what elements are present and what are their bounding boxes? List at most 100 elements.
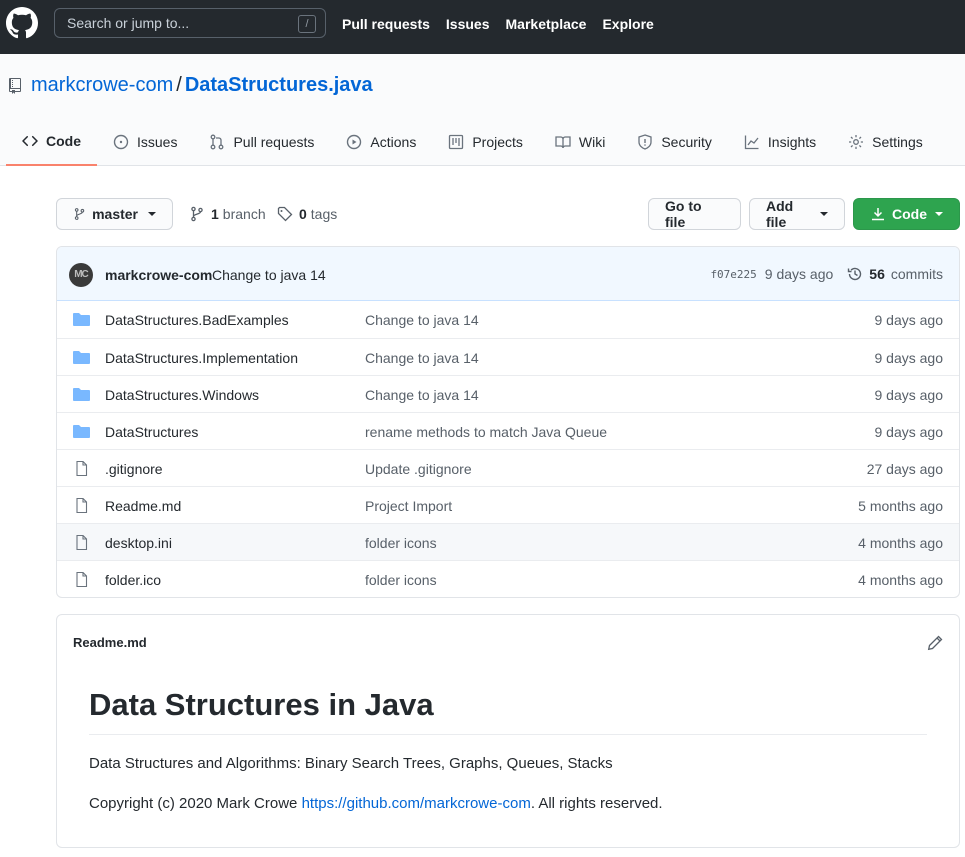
project-icon — [449, 134, 464, 150]
file-commit-message-link[interactable]: Change to java 14 — [365, 350, 479, 366]
branch-select-button[interactable]: master — [56, 198, 173, 230]
repo-owner-link[interactable]: markcrowe-com — [31, 74, 173, 96]
file-name-link[interactable]: Readme.md — [105, 498, 181, 514]
table-row[interactable]: Readme.md Project Import 5 months ago — [57, 486, 959, 523]
copyright-prefix: Copyright (c) 2020 Mark Crowe — [89, 795, 302, 812]
file-commit-age: 9 days ago — [874, 350, 944, 366]
code-button-label: Code — [892, 206, 927, 222]
copyright-link[interactable]: https://github.com/markcrowe-com — [302, 795, 531, 812]
file-commit-message-link[interactable]: folder icons — [365, 572, 437, 588]
tab-insights[interactable]: Insights — [728, 118, 832, 166]
tab-projects[interactable]: Projects — [432, 118, 539, 166]
file-commit-age: 9 days ago — [874, 312, 944, 328]
repo-title: markcrowe-com / DataStructures.java — [31, 74, 373, 97]
readme-heading-divider — [89, 734, 927, 735]
table-row[interactable]: .gitignore Update .gitignore 27 days ago — [57, 449, 959, 486]
nav-explore[interactable]: Explore — [602, 16, 653, 32]
tab-actions[interactable]: Actions — [330, 118, 432, 166]
tab-security[interactable]: Security — [621, 118, 728, 166]
tag-count: 0 — [299, 206, 307, 222]
branch-icon — [191, 206, 203, 222]
repo-header: markcrowe-com / DataStructures.java Code I… — [0, 54, 965, 166]
file-name-link[interactable]: DataStructures — [105, 424, 198, 440]
folder-icon — [73, 351, 90, 364]
tab-settings[interactable]: Settings — [832, 118, 939, 166]
commit-age: 9 days ago — [764, 266, 834, 282]
book-icon — [555, 136, 571, 149]
global-nav: Pull requests Issues Marketplace Explore — [342, 16, 654, 32]
download-icon — [872, 208, 884, 221]
search-input[interactable]: Search or jump to... / — [54, 8, 326, 38]
file-name-link[interactable]: .gitignore — [105, 461, 163, 477]
folder-icon — [73, 425, 90, 438]
graph-icon — [744, 135, 759, 150]
folder-icon — [73, 388, 90, 401]
readme-heading: Data Structures in Java — [89, 687, 434, 722]
tab-issues-label: Issues — [137, 134, 178, 150]
tab-wiki[interactable]: Wiki — [539, 118, 621, 166]
table-row[interactable]: desktop.ini folder icons 4 months ago — [57, 523, 959, 560]
file-name-link[interactable]: folder.ico — [105, 572, 161, 588]
avatar[interactable]: MC — [69, 263, 93, 287]
branch-count-label: branch — [222, 206, 266, 222]
nav-marketplace[interactable]: Marketplace — [506, 16, 587, 32]
commit-author-link[interactable]: markcrowe-com — [105, 267, 212, 283]
issue-icon — [113, 134, 129, 150]
file-commit-age: 5 months ago — [858, 498, 943, 514]
tab-pull-requests[interactable]: Pull requests — [193, 118, 330, 166]
file-name-link[interactable]: DataStructures.Implementation — [105, 350, 298, 366]
tag-count-label: tags — [310, 206, 338, 222]
add-file-button[interactable]: Add file — [749, 198, 845, 230]
readme-filename: Readme.md — [73, 635, 147, 650]
commit-sha-link[interactable]: f07e225 — [710, 268, 756, 281]
commit-count: 56 — [869, 266, 885, 282]
code-clone-button[interactable]: Code — [853, 198, 960, 230]
tab-issues[interactable]: Issues — [97, 118, 193, 166]
chevron-down-icon — [820, 212, 828, 216]
file-commit-age: 9 days ago — [874, 387, 944, 403]
file-name-link[interactable]: desktop.ini — [105, 535, 172, 551]
folder-icon — [73, 313, 90, 326]
nav-pull-requests[interactable]: Pull requests — [342, 16, 430, 32]
tab-code[interactable]: Code — [6, 118, 97, 166]
tag-icon — [277, 206, 293, 222]
nav-issues[interactable]: Issues — [446, 16, 490, 32]
file-commit-message-link[interactable]: Update .gitignore — [365, 461, 472, 477]
search-shortcut-hint: / — [298, 15, 316, 33]
branches-link[interactable]: 1 branch — [189, 206, 266, 222]
tags-link[interactable]: 0 tags — [277, 206, 337, 222]
latest-commit-bar: MC markcrowe-com Change to java 14 f07e2… — [57, 247, 959, 301]
file-commit-message-link[interactable]: rename methods to match Java Queue — [365, 424, 607, 440]
table-row[interactable]: folder.ico folder icons 4 months ago — [57, 560, 959, 597]
go-to-file-button[interactable]: Go to file — [648, 198, 741, 230]
commits-history-link[interactable]: 56 commits — [847, 266, 943, 282]
table-row[interactable]: DataStructures.BadExamples Change to java… — [57, 301, 959, 338]
file-name-link[interactable]: DataStructures.Windows — [105, 387, 259, 403]
file-commit-age: 4 months ago — [858, 535, 943, 551]
tab-actions-label: Actions — [370, 134, 417, 150]
file-name-link[interactable]: DataStructures.BadExamples — [105, 312, 289, 328]
file-commit-message-link[interactable]: Change to java 14 — [365, 387, 479, 403]
file-commit-message-link[interactable]: Change to java 14 — [365, 312, 479, 328]
branch-icon — [74, 208, 85, 220]
repo-icon — [9, 78, 21, 94]
pencil-icon[interactable] — [927, 635, 943, 651]
tab-security-label: Security — [661, 134, 712, 150]
chevron-down-icon — [148, 212, 156, 216]
commit-message-link[interactable]: Change to java 14 — [212, 267, 326, 283]
branch-name: master — [92, 206, 138, 222]
github-logo-icon[interactable] — [6, 7, 38, 39]
file-icon — [76, 572, 88, 587]
repo-name-link[interactable]: DataStructures.java — [185, 74, 373, 96]
table-row[interactable]: DataStructures.Windows Change to java 14 9… — [57, 375, 959, 412]
chevron-down-icon — [935, 212, 943, 216]
table-row[interactable]: DataStructures.Implementation Change to j… — [57, 338, 959, 375]
table-row[interactable]: DataStructures rename methods to match Ja… — [57, 412, 959, 449]
file-commit-message-link[interactable]: Project Import — [365, 498, 452, 514]
add-file-label: Add file — [766, 198, 794, 230]
readme-box: Readme.md Data Structures in Java Data S… — [56, 614, 960, 848]
readme-copyright: Copyright (c) 2020 Mark Crowe https://gi… — [89, 795, 663, 812]
tab-wiki-label: Wiki — [578, 134, 606, 150]
file-commit-message-link[interactable]: folder icons — [365, 535, 437, 551]
file-icon — [76, 461, 88, 476]
